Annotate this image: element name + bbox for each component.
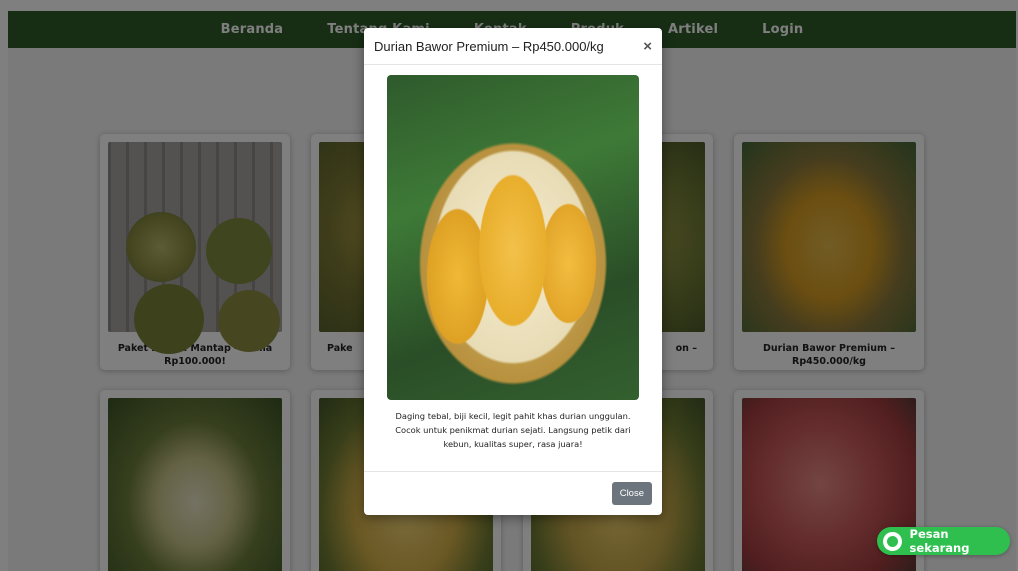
product-modal: Durian Bawor Premium – Rp450.000/kg × Da…: [364, 28, 662, 515]
close-icon[interactable]: ×: [643, 39, 652, 54]
modal-title: Durian Bawor Premium – Rp450.000/kg: [374, 38, 604, 54]
modal-description: Daging tebal, biji kecil, legit pahit kh…: [395, 411, 631, 449]
whatsapp-icon: [883, 531, 902, 551]
durian-image: [387, 75, 639, 400]
whatsapp-order-button[interactable]: Pesan sekarang: [877, 527, 1010, 555]
modal-footer: Close: [364, 471, 662, 515]
modal-body: Daging tebal, biji kecil, legit pahit kh…: [364, 65, 662, 451]
modal-header: Durian Bawor Premium – Rp450.000/kg ×: [364, 28, 662, 65]
close-button[interactable]: Close: [611, 482, 652, 505]
whatsapp-label: Pesan sekarang: [909, 527, 970, 555]
